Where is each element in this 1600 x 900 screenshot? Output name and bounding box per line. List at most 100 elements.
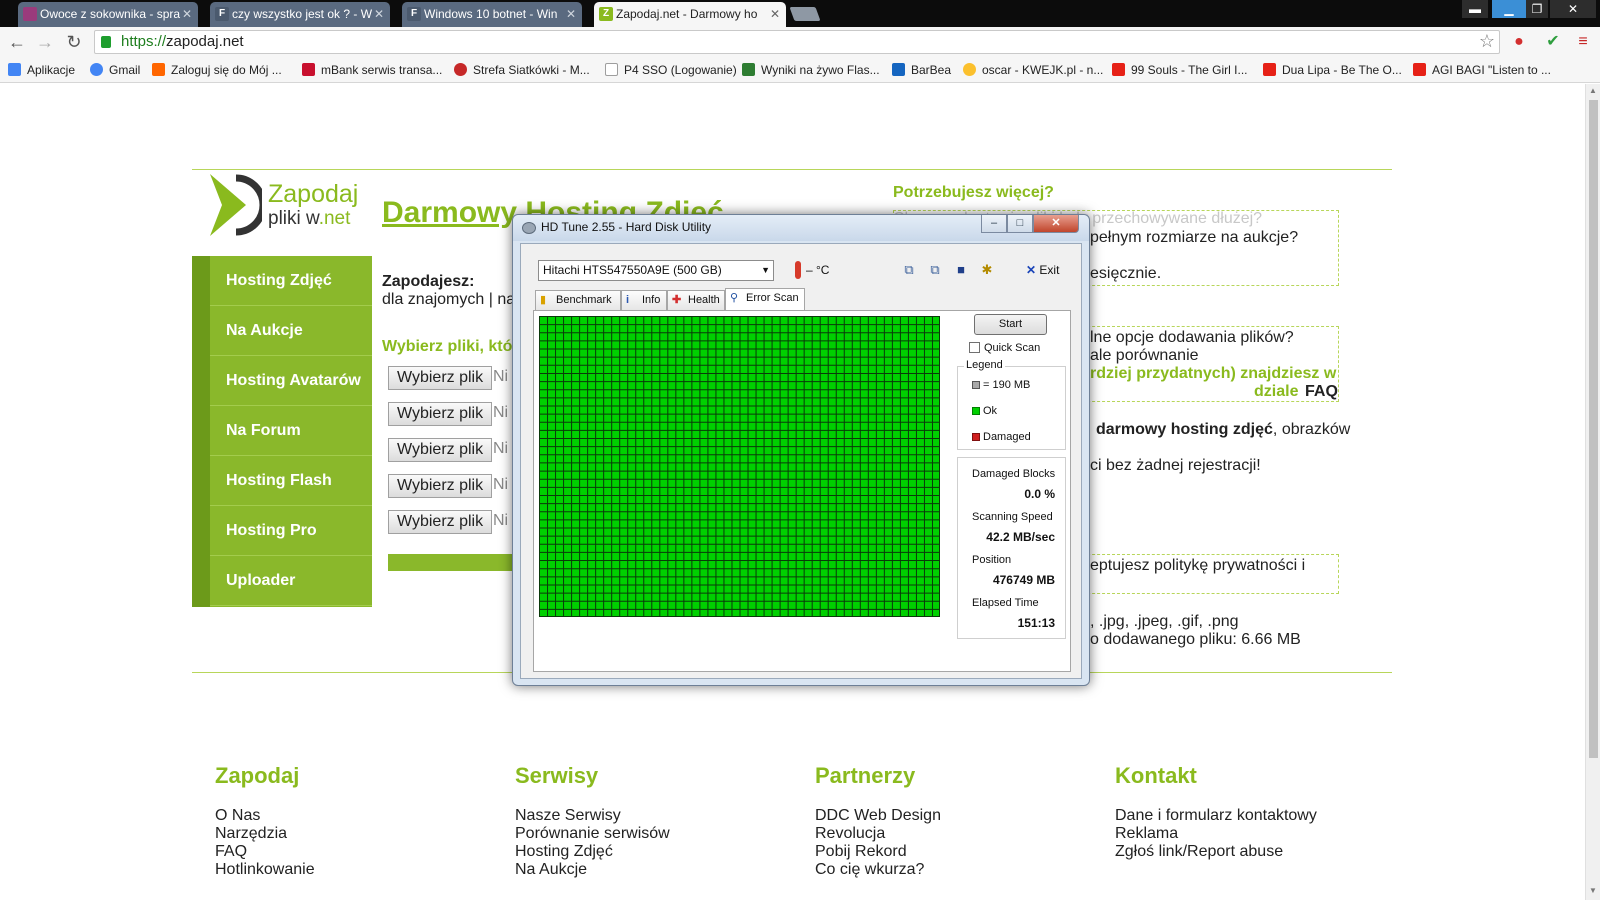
footer-link[interactable]: Na Aukcje bbox=[515, 861, 587, 879]
sidebar-item-hosting-avatarow[interactable]: Hosting Avatarów bbox=[210, 356, 372, 406]
bookmark-gmail[interactable]: Gmail bbox=[90, 61, 140, 79]
tab-windows-botnet[interactable]: F Windows 10 botnet - Win ✕ bbox=[402, 2, 582, 27]
bookmark-star-icon[interactable]: ☆ bbox=[1479, 31, 1495, 52]
footer-link[interactable]: Nasze Serwisy bbox=[515, 807, 621, 825]
profile-icon[interactable]: ▬ bbox=[1462, 0, 1488, 18]
bookmarks-bar: Aplikacje Gmail Zaloguj się do Mój ... m… bbox=[0, 57, 1600, 83]
health-cross-icon: ✚ bbox=[672, 294, 682, 306]
google-icon bbox=[90, 63, 103, 76]
maximize-icon[interactable]: □ bbox=[1007, 215, 1033, 233]
more-options-title: Potrzebujesz więcej? bbox=[893, 184, 1054, 201]
bookmark-mbank[interactable]: mBank serwis transa... bbox=[302, 61, 442, 79]
opera-extension-icon[interactable]: ● bbox=[1508, 31, 1530, 53]
restore-icon[interactable]: ❐ bbox=[1526, 0, 1548, 18]
footer-link[interactable]: Porównanie serwisów bbox=[515, 825, 670, 843]
close-icon[interactable]: ✕ bbox=[566, 2, 576, 27]
footer-link[interactable]: Zgłoś link/Report abuse bbox=[1115, 843, 1283, 861]
menu-icon[interactable]: ≡ bbox=[1572, 31, 1594, 53]
footer-link[interactable]: O Nas bbox=[215, 807, 260, 825]
sidebar-item-na-forum[interactable]: Na Forum bbox=[210, 406, 372, 456]
tab-error-scan[interactable]: ⚲ Error Scan bbox=[725, 288, 805, 311]
drive-select[interactable]: Hitachi HTS547550A9E (500 GB) ▼ bbox=[538, 260, 774, 281]
close-icon[interactable]: ✕ bbox=[182, 2, 192, 27]
hdd-icon bbox=[522, 222, 536, 234]
temperature-readout: – °C bbox=[806, 263, 830, 277]
tab-zapodaj[interactable]: Z Zapodaj.net - Darmowy ho ✕ bbox=[594, 2, 786, 27]
quick-scan-checkbox[interactable]: Quick Scan bbox=[969, 342, 1040, 354]
minimize-icon[interactable]: – bbox=[981, 215, 1007, 233]
chevron-down-icon: ▼ bbox=[761, 265, 770, 275]
bookmark-dua-lipa[interactable]: Dua Lipa - Be The O... bbox=[1263, 61, 1402, 79]
scroll-thumb[interactable] bbox=[1589, 100, 1598, 758]
choose-file-button-2[interactable]: Wybierz plik bbox=[388, 402, 493, 426]
tab-benchmark[interactable]: ▮ Benchmark bbox=[535, 290, 621, 311]
bookmark-barbea[interactable]: BarBea bbox=[892, 61, 951, 79]
sidebar-item-na-aukcje[interactable]: Na Aukcje bbox=[210, 306, 372, 356]
paste-icon[interactable]: ⧉ bbox=[927, 262, 943, 278]
hdtune-window[interactable]: HD Tune 2.55 - Hard Disk Utility – □ ✕ H… bbox=[512, 214, 1090, 686]
hdtune-titlebar[interactable]: HD Tune 2.55 - Hard Disk Utility – □ ✕ bbox=[513, 215, 1089, 241]
choose-files-label: Wybierz pliki, któ bbox=[382, 338, 513, 355]
bookmark-99-souls[interactable]: 99 Souls - The Girl I... bbox=[1112, 61, 1248, 79]
bookmark-kwejk[interactable]: oscar - KWEJK.pl - n... bbox=[963, 61, 1103, 79]
bookmark-p4-sso[interactable]: P4 SSO (Logowanie) bbox=[605, 61, 737, 79]
footer-link[interactable]: Narzędzia bbox=[215, 825, 287, 843]
save-icon[interactable]: ■ bbox=[953, 262, 969, 278]
reload-icon[interactable]: ↻ bbox=[62, 30, 86, 54]
bookmark-aplikacje[interactable]: Aplikacje bbox=[8, 61, 75, 79]
audience-links[interactable]: dla znajomych | na bbox=[382, 291, 515, 309]
footer-link[interactable]: Co cię wkurza? bbox=[815, 861, 924, 879]
footer-title-partnerzy: Partnerzy bbox=[815, 763, 916, 788]
footer-link[interactable]: FAQ bbox=[215, 843, 247, 861]
minimize-icon[interactable]: ▁ bbox=[1492, 0, 1526, 18]
position-value: 476749 MB bbox=[992, 573, 1055, 587]
close-icon[interactable]: ✕ bbox=[770, 2, 780, 27]
close-icon[interactable]: ✕ bbox=[1033, 215, 1079, 233]
options-text-1: lne opcje dodawania plików? bbox=[1090, 329, 1294, 346]
footer-link[interactable]: Hosting Zdjęć bbox=[515, 843, 613, 861]
bookmark-wyniki[interactable]: Wyniki na żywo Flas... bbox=[742, 61, 880, 79]
sidebar-item-hosting-zdjec[interactable]: Hosting Zdjęć bbox=[210, 256, 372, 306]
address-bar[interactable]: https://zapodaj.net ☆ bbox=[94, 30, 1500, 54]
tab-info[interactable]: i Info bbox=[621, 290, 667, 311]
window-close-icon[interactable]: ✕ bbox=[1550, 0, 1596, 18]
logo-text-bottom: pliki w.net bbox=[268, 208, 351, 229]
shield-extension-icon[interactable]: ✔ bbox=[1542, 31, 1564, 53]
copy-icon[interactable]: ⧉ bbox=[901, 262, 917, 278]
footer-link[interactable]: Pobij Rekord bbox=[815, 843, 907, 861]
scroll-up-icon[interactable]: ▲ bbox=[1589, 86, 1597, 95]
faq-link[interactable]: FAQ bbox=[1305, 383, 1338, 401]
choose-file-button-3[interactable]: Wybierz plik bbox=[388, 438, 493, 462]
footer-link[interactable]: Revolucja bbox=[815, 825, 885, 843]
new-tab-button[interactable] bbox=[789, 7, 821, 21]
sidebar-item-hosting-pro[interactable]: Hosting Pro bbox=[210, 506, 372, 556]
sidebar-item-hosting-flash[interactable]: Hosting Flash bbox=[210, 456, 372, 506]
ok-swatch-icon bbox=[972, 407, 980, 415]
bookmark-agi-bagi[interactable]: AGI BAGI "Listen to ... bbox=[1413, 61, 1551, 79]
footer-link[interactable]: Hotlinkowanie bbox=[215, 861, 315, 879]
exit-button[interactable]: ✕ Exit bbox=[1026, 263, 1059, 277]
forward-arrow-icon[interactable]: → bbox=[33, 30, 57, 54]
footer-link[interactable]: Dane i formularz kontaktowy bbox=[1115, 807, 1317, 825]
choose-file-button-1[interactable]: Wybierz plik bbox=[388, 366, 493, 390]
start-button[interactable]: Start bbox=[974, 314, 1047, 335]
tab-owoce[interactable]: Owoce z sokownika - spra ✕ bbox=[18, 2, 198, 27]
bookmark-orange[interactable]: Zaloguj się do Mój ... bbox=[152, 61, 282, 79]
back-arrow-icon[interactable]: ← bbox=[5, 30, 29, 54]
upload-button[interactable] bbox=[388, 554, 518, 571]
close-icon[interactable]: ✕ bbox=[374, 2, 384, 27]
footer-link[interactable]: Reklama bbox=[1115, 825, 1178, 843]
checkbox-box[interactable] bbox=[969, 342, 980, 353]
choose-file-button-5[interactable]: Wybierz plik bbox=[388, 510, 493, 534]
options-icon[interactable]: ✱ bbox=[979, 262, 995, 278]
tab-czy-wszystko[interactable]: F czy wszystko jest ok ? - W ✕ bbox=[210, 2, 390, 27]
hdtune-title: HD Tune 2.55 - Hard Disk Utility bbox=[541, 220, 712, 234]
tab-health[interactable]: ✚ Health bbox=[667, 290, 725, 311]
sidebar-item-uploader[interactable]: Uploader bbox=[210, 556, 372, 606]
mbank-icon bbox=[302, 63, 315, 76]
choose-file-button-4[interactable]: Wybierz plik bbox=[388, 474, 493, 498]
footer-link[interactable]: DDC Web Design bbox=[815, 807, 941, 825]
page-scrollbar[interactable]: ▲ ▼ bbox=[1585, 84, 1600, 900]
bookmark-strefa-siatkowki[interactable]: Strefa Siatkówki - M... bbox=[454, 61, 590, 79]
scroll-down-icon[interactable]: ▼ bbox=[1589, 886, 1597, 895]
